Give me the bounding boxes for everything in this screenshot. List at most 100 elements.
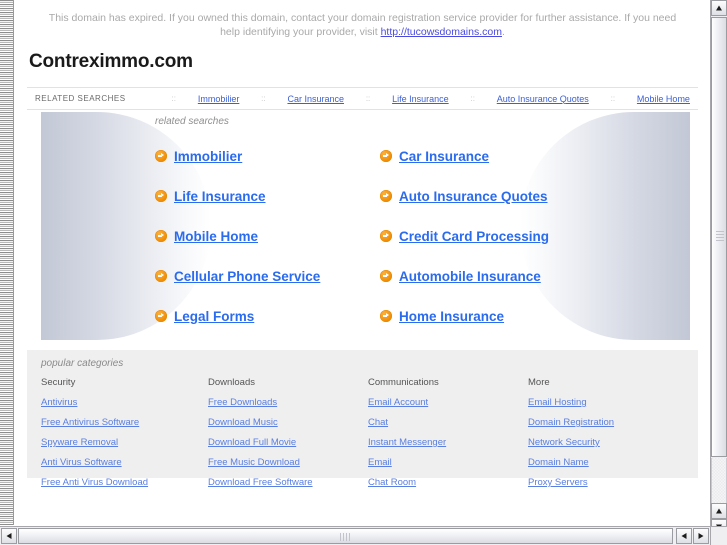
notice-text-after: . <box>501 26 505 38</box>
bar-link-immobilier[interactable]: Immobilier <box>198 94 240 104</box>
category-link[interactable]: Free Downloads <box>208 397 368 408</box>
notice-text-before: This domain has expired. If you owned th… <box>48 12 677 38</box>
category-link[interactable]: Free Anti Virus Download <box>41 477 208 488</box>
category-column-more: More Email Hosting Domain Registration N… <box>528 377 684 497</box>
category-link[interactable]: Domain Registration <box>528 417 684 428</box>
popular-categories-title: popular categories <box>41 358 124 369</box>
horizontal-scrollbar-thumb[interactable] <box>18 528 673 544</box>
arrow-circle-icon <box>155 310 167 322</box>
hero-link-mobile-home[interactable]: Mobile Home <box>155 216 380 256</box>
arrow-circle-icon <box>380 230 392 242</box>
hero-link-label[interactable]: Immobilier <box>174 149 242 164</box>
scroll-right-button[interactable] <box>693 528 709 544</box>
related-search-link-grid: Immobilier Car Insurance Life Insurance … <box>155 136 688 336</box>
category-link[interactable]: Spyware Removal <box>41 437 208 448</box>
arrow-circle-icon <box>380 190 392 202</box>
category-column-communications: Communications Email Account Chat Instan… <box>368 377 528 497</box>
category-link[interactable]: Network Security <box>528 437 684 448</box>
triangle-left-icon <box>681 533 687 539</box>
arrow-circle-icon <box>155 270 167 282</box>
hero-link-auto-insurance-quotes[interactable]: Auto Insurance Quotes <box>380 176 688 216</box>
category-link[interactable]: Chat Room <box>368 477 528 488</box>
arrow-circle-icon <box>380 310 392 322</box>
separator-icon: :: <box>261 94 266 103</box>
scroll-left-button-secondary[interactable] <box>676 528 692 544</box>
hero-link-car-insurance[interactable]: Car Insurance <box>380 136 688 176</box>
scrollbar-corner <box>710 526 727 545</box>
hero-link-label[interactable]: Cellular Phone Service <box>174 269 320 284</box>
tucows-domains-link[interactable]: http://tucowsdomains.com <box>381 26 502 38</box>
popular-categories-columns: Security Antivirus Free Antivirus Softwa… <box>41 377 684 497</box>
separator-icon: :: <box>470 94 475 103</box>
category-column-security: Security Antivirus Free Antivirus Softwa… <box>41 377 208 497</box>
category-link[interactable]: Domain Name <box>528 457 684 468</box>
vertical-scrollbar[interactable] <box>710 0 727 545</box>
category-link[interactable]: Free Antivirus Software <box>41 417 208 428</box>
triangle-right-icon <box>698 533 704 539</box>
hero-link-cellular-phone-service[interactable]: Cellular Phone Service <box>155 256 380 296</box>
category-link[interactable]: Chat <box>368 417 528 428</box>
category-heading: Security <box>41 377 76 388</box>
hero-link-label[interactable]: Automobile Insurance <box>399 269 541 284</box>
arrow-circle-icon <box>380 270 392 282</box>
hero-link-label[interactable]: Credit Card Processing <box>399 229 549 244</box>
related-searches-bar: RELATED SEARCHES :: Immobilier :: Car In… <box>27 87 698 110</box>
triangle-left-icon <box>6 533 12 539</box>
triangle-up-icon <box>716 508 722 514</box>
hero-link-home-insurance[interactable]: Home Insurance <box>380 296 688 336</box>
arrow-circle-icon <box>155 190 167 202</box>
page-canvas: This domain has expired. If you owned th… <box>15 0 710 525</box>
category-link[interactable]: Free Music Download <box>208 457 368 468</box>
category-link[interactable]: Download Music <box>208 417 368 428</box>
category-link[interactable]: Email Hosting <box>528 397 684 408</box>
hero-link-immobilier[interactable]: Immobilier <box>155 136 380 176</box>
hero-link-label[interactable]: Life Insurance <box>174 189 266 204</box>
hero-link-label[interactable]: Home Insurance <box>399 309 504 324</box>
domain-expired-notice: This domain has expired. If you owned th… <box>47 11 678 39</box>
grip-icon <box>339 533 352 541</box>
horizontal-scrollbar[interactable] <box>0 526 710 545</box>
scroll-left-button[interactable] <box>1 528 17 544</box>
vertical-scrollbar-thumb[interactable] <box>711 17 727 457</box>
triangle-up-icon <box>716 5 722 11</box>
hero-link-label[interactable]: Car Insurance <box>399 149 489 164</box>
hero-link-label[interactable]: Mobile Home <box>174 229 258 244</box>
separator-icon: :: <box>365 94 371 103</box>
category-link[interactable]: Antivirus <box>41 397 208 408</box>
related-searches-hero: related searches Immobilier Car Insuranc… <box>27 110 698 342</box>
category-link[interactable]: Email <box>368 457 528 468</box>
browser-viewport: This domain has expired. If you owned th… <box>0 0 727 545</box>
left-texture-gutter <box>0 0 14 525</box>
page-title: Contreximmo.com <box>29 51 193 72</box>
hero-section-label: related searches <box>155 116 229 127</box>
popular-categories-panel: popular categories Security Antivirus Fr… <box>27 350 698 488</box>
category-heading: More <box>528 377 550 388</box>
hero-link-life-insurance[interactable]: Life Insurance <box>155 176 380 216</box>
category-link[interactable]: Email Account <box>368 397 528 408</box>
category-column-downloads: Downloads Free Downloads Download Music … <box>208 377 368 497</box>
category-link[interactable]: Proxy Servers <box>528 477 684 488</box>
separator-icon: :: <box>171 94 176 103</box>
category-link[interactable]: Download Free Software <box>208 477 368 488</box>
category-link[interactable]: Download Full Movie <box>208 437 368 448</box>
category-link[interactable]: Instant Messenger <box>368 437 528 448</box>
grip-icon <box>716 231 724 243</box>
hero-link-credit-card-processing[interactable]: Credit Card Processing <box>380 216 688 256</box>
related-searches-label: RELATED SEARCHES <box>35 94 126 103</box>
hero-link-legal-forms[interactable]: Legal Forms <box>155 296 380 336</box>
hero-link-label[interactable]: Auto Insurance Quotes <box>399 189 548 204</box>
separator-icon: :: <box>610 94 616 103</box>
bar-link-mobile-home[interactable]: Mobile Home <box>637 94 690 104</box>
hero-link-automobile-insurance[interactable]: Automobile Insurance <box>380 256 688 296</box>
bar-link-life-insurance[interactable]: Life Insurance <box>392 94 449 104</box>
scroll-up-button[interactable] <box>711 0 727 16</box>
scroll-up-button-secondary[interactable] <box>711 503 727 519</box>
hero-link-label[interactable]: Legal Forms <box>174 309 254 324</box>
category-link[interactable]: Anti Virus Software <box>41 457 208 468</box>
arrow-circle-icon <box>155 230 167 242</box>
bar-link-car-insurance[interactable]: Car Insurance <box>287 94 344 104</box>
arrow-circle-icon <box>380 150 392 162</box>
bar-link-auto-insurance-quotes[interactable]: Auto Insurance Quotes <box>497 94 589 104</box>
vertical-scrollbar-track[interactable] <box>711 458 727 503</box>
category-heading: Downloads <box>208 377 255 388</box>
